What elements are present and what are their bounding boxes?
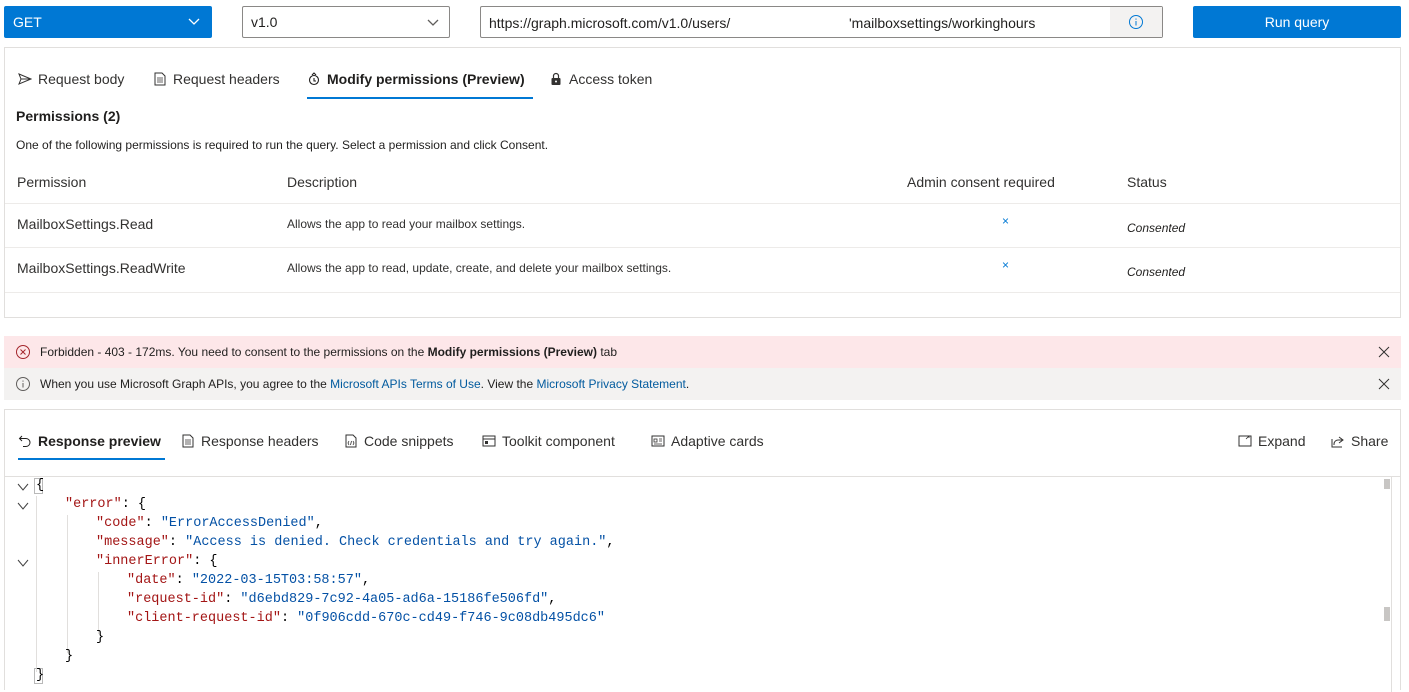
- chevron-down-icon: [188, 18, 200, 25]
- url-suffix: 'mailboxsettings/workinghours: [849, 15, 1036, 31]
- table-row[interactable]: MailboxSettings.Read Allows the app to r…: [5, 203, 1400, 248]
- code-line: }: [65, 649, 74, 664]
- tab-label: Request body: [38, 71, 125, 87]
- query-url-input[interactable]: https://graph.microsoft.com/v1.0/users/ …: [480, 6, 1163, 38]
- tab-request-headers[interactable]: Request headers: [153, 59, 280, 99]
- code-line: }: [96, 630, 105, 645]
- tab-label: Response headers: [201, 433, 319, 449]
- info-message-bar: When you use Microsoft Graph APIs, you a…: [4, 368, 1401, 400]
- editor-scrollbar-thumb[interactable]: [1384, 607, 1390, 621]
- tab-toolkit-component[interactable]: Toolkit component: [482, 422, 615, 460]
- key-icon: [308, 72, 320, 86]
- permission-name: MailboxSettings.ReadWrite: [17, 260, 186, 276]
- document-icon: [182, 434, 194, 448]
- permissions-description: One of the following permissions is requ…: [16, 138, 549, 152]
- error-message-text: Forbidden - 403 - 172ms. You need to con…: [40, 345, 617, 359]
- code-line: }: [36, 668, 45, 683]
- tab-modify-permissions[interactable]: Modify permissions (Preview): [307, 59, 533, 99]
- share-button[interactable]: Share: [1331, 422, 1388, 460]
- code-line: "date": "2022-03-15T03:58:57",: [127, 573, 371, 588]
- privacy-statement-link[interactable]: Microsoft Privacy Statement: [536, 377, 685, 391]
- permission-description: Allows the app to read, update, create, …: [287, 261, 672, 275]
- info-icon: [1129, 15, 1143, 29]
- code-icon: [345, 434, 357, 448]
- code-line: "code": "ErrorAccessDenied",: [96, 516, 323, 531]
- info-icon: [16, 377, 30, 391]
- permission-status: Consented: [1127, 221, 1186, 235]
- code-line: "client-request-id": "0f906cdd-670c-cd49…: [127, 611, 605, 626]
- share-icon: [1331, 436, 1344, 448]
- permission-description: Allows the app to read your mailbox sett…: [287, 217, 526, 231]
- indent-guide: [36, 496, 37, 672]
- column-header-description[interactable]: Description: [287, 174, 357, 190]
- close-icon[interactable]: [1377, 345, 1391, 359]
- tab-label: Toolkit component: [502, 433, 615, 449]
- tab-request-body[interactable]: Request body: [18, 59, 124, 99]
- version-dropdown[interactable]: v1.0: [242, 6, 450, 38]
- tab-label: Access token: [569, 71, 653, 87]
- http-method-dropdown[interactable]: GET: [4, 6, 212, 38]
- tab-label: Adaptive cards: [671, 433, 764, 449]
- tab-code-snippets[interactable]: Code snippets: [344, 422, 454, 460]
- request-panel: Request body Request headers Modify perm…: [4, 47, 1401, 318]
- version-value: v1.0: [251, 14, 278, 30]
- run-query-button[interactable]: Run query: [1193, 6, 1401, 38]
- url-info-button[interactable]: [1110, 7, 1162, 37]
- expand-label: Expand: [1258, 433, 1306, 449]
- permission-name: MailboxSettings.Read: [17, 216, 154, 232]
- close-icon[interactable]: [1377, 377, 1391, 391]
- admin-consent-value: ×: [1002, 214, 1010, 228]
- column-header-status[interactable]: Status: [1127, 174, 1167, 190]
- code-line: "request-id": "d6ebd829-7c92-4a05-ad6a-1…: [127, 592, 557, 607]
- toolkit-icon: [482, 435, 496, 447]
- permissions-title: Permissions (2): [16, 108, 121, 124]
- indent-guide: [67, 515, 68, 653]
- column-header-permission[interactable]: Permission: [17, 174, 86, 190]
- terms-of-use-link[interactable]: Microsoft APIs Terms of Use: [330, 377, 481, 391]
- tab-label: Response preview: [38, 433, 161, 449]
- tab-response-preview[interactable]: Response preview: [18, 422, 165, 460]
- response-json-editor[interactable]: { "error": { "code": "ErrorAccessDenied"…: [5, 476, 1400, 692]
- error-circle-icon: [16, 345, 30, 359]
- error-message-bar: Forbidden - 403 - 172ms. You need to con…: [4, 336, 1401, 368]
- tab-access-token[interactable]: Access token: [549, 59, 652, 99]
- lock-icon: [551, 72, 561, 85]
- expand-icon: [1238, 435, 1252, 447]
- chevron-down-icon[interactable]: [17, 481, 29, 493]
- response-panel: Response preview Response headers Code s…: [4, 409, 1401, 692]
- code-line: {: [36, 478, 45, 493]
- send-icon: [18, 73, 32, 85]
- chevron-down-icon[interactable]: [17, 500, 29, 512]
- expand-button[interactable]: Expand: [1238, 422, 1305, 460]
- http-method-value: GET: [13, 14, 42, 30]
- permission-status: Consented: [1127, 265, 1186, 279]
- share-label: Share: [1351, 433, 1389, 449]
- column-header-admin-consent[interactable]: Admin consent required: [907, 174, 1055, 190]
- tab-label: Request headers: [173, 71, 280, 87]
- url-prefix: https://graph.microsoft.com/v1.0/users/: [489, 15, 731, 31]
- code-line: "innerError": {: [96, 554, 218, 569]
- chevron-down-icon[interactable]: [17, 557, 29, 569]
- table-row[interactable]: MailboxSettings.ReadWrite Allows the app…: [5, 248, 1400, 293]
- card-icon: [651, 435, 665, 447]
- code-line: "message": "Access is denied. Check cred…: [96, 535, 615, 550]
- scroll-marker: [1384, 479, 1390, 489]
- document-icon: [154, 72, 166, 86]
- code-line: "error": {: [65, 497, 147, 512]
- info-message-text: When you use Microsoft Graph APIs, you a…: [40, 377, 690, 391]
- indent-guide: [98, 572, 99, 634]
- tab-response-headers[interactable]: Response headers: [181, 422, 319, 460]
- tab-label: Modify permissions (Preview): [327, 71, 525, 87]
- admin-consent-value: ×: [1002, 258, 1010, 272]
- tab-adaptive-cards[interactable]: Adaptive cards: [651, 422, 764, 460]
- editor-scrollbar-track: [1391, 477, 1392, 692]
- tab-label: Code snippets: [364, 433, 454, 449]
- chevron-down-icon: [427, 19, 439, 26]
- undo-icon: [18, 435, 31, 447]
